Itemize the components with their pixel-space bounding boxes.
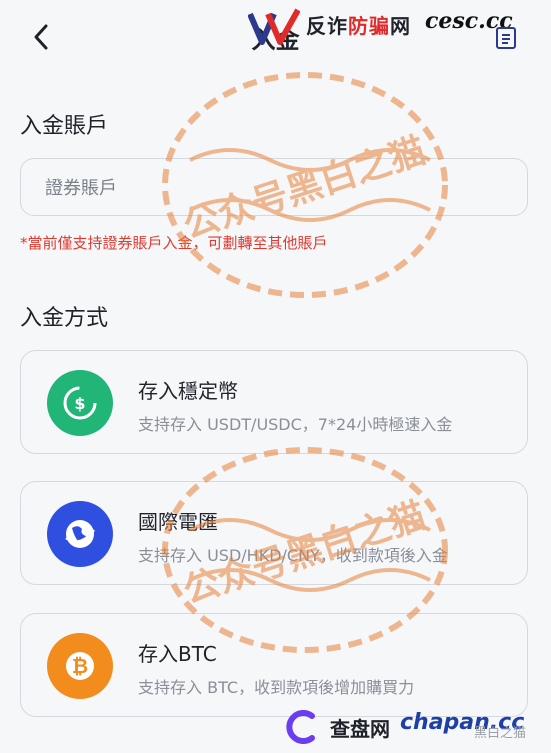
account-section-title: 入金賬戶: [20, 114, 109, 139]
method-desc: 支持存入 USDT/USDC，7*24小時極速入金: [138, 415, 453, 434]
svg-text:$: $: [74, 394, 85, 413]
method-desc: 支持存入 BTC，收到款項後增加購買力: [138, 678, 415, 697]
document-icon[interactable]: [495, 26, 517, 50]
nav-bar: 入金 反诈防骗网 cesc.cc: [0, 0, 551, 78]
footer-brand: 黑白之猫: [474, 726, 527, 741]
stablecoin-icon: $: [47, 370, 113, 436]
method-card-stablecoin[interactable]: $ 存入穩定幣 支持存入 USDT/USDC，7*24小時極速入金: [20, 350, 528, 454]
bitcoin-icon: ₿: [47, 633, 113, 699]
globe-wire-icon: [47, 501, 113, 567]
method-desc: 支持存入 USD/HKD/CNY，收到款項後入金: [138, 546, 448, 565]
method-name: 國際電匯: [138, 510, 218, 534]
method-section-title: 入金方式: [20, 306, 109, 331]
account-note: *當前僅支持證券賬戶入金，可劃轉至其他賬戶: [20, 234, 328, 252]
method-card-btc[interactable]: ₿ 存入BTC 支持存入 BTC，收到款項後增加購買力: [20, 613, 528, 717]
method-card-wire[interactable]: 國際電匯 支持存入 USD/HKD/CNY，收到款項後入金: [20, 481, 528, 585]
svg-text:₿: ₿: [72, 654, 88, 678]
chapan-logo-icon: [286, 710, 315, 744]
watermark-text: 反诈防骗网: [306, 14, 411, 38]
account-select-field[interactable]: 證券賬戶: [20, 158, 528, 216]
method-name: 存入BTC: [138, 642, 217, 666]
account-field-value: 證券賬戶: [45, 178, 117, 199]
method-name: 存入穩定幣: [138, 379, 238, 403]
footer-site: 查盘网: [330, 717, 390, 741]
watermark-logo-icon: [248, 8, 300, 45]
